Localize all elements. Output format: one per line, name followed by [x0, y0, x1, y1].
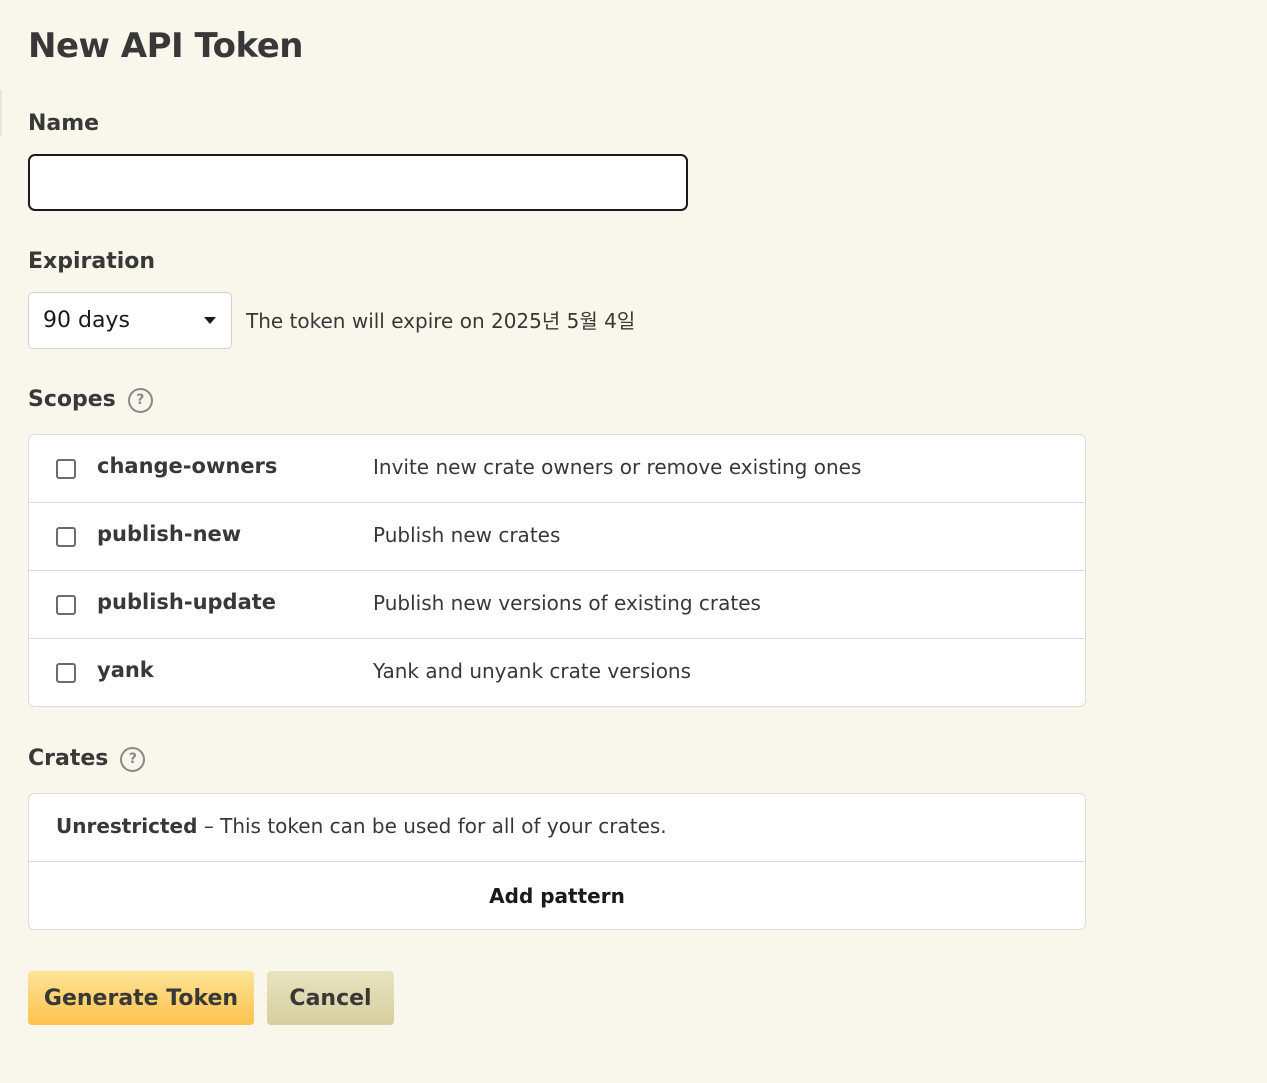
crates-restriction-title: Unrestricted	[56, 814, 198, 838]
crates-restriction-row: Unrestricted – This token can be used fo…	[29, 794, 1085, 862]
scopes-label: Scopes	[28, 387, 116, 412]
question-circle-icon[interactable]: ?	[120, 747, 146, 772]
scope-checkbox-publish-update[interactable]	[56, 595, 76, 615]
left-edge-divider	[0, 90, 2, 136]
question-circle-icon[interactable]: ?	[127, 388, 153, 413]
expiration-selected-value: 90 days	[43, 308, 130, 333]
crates-label: Crates	[28, 746, 109, 771]
scopes-heading: Scopes?	[28, 387, 153, 413]
scope-name: publish-update	[97, 590, 277, 614]
cancel-button[interactable]: Cancel	[267, 971, 394, 1025]
crates-list: Unrestricted – This token can be used fo…	[28, 793, 1086, 930]
scope-row-publish-update: publish-update Publish new versions of e…	[29, 571, 1085, 639]
page-title: New API Token	[28, 26, 303, 66]
crates-restriction: Unrestricted – This token can be used fo…	[56, 814, 667, 838]
scope-description: Invite new crate owners or remove existi…	[373, 455, 862, 479]
scope-checkbox-yank[interactable]	[56, 663, 76, 683]
scope-name: publish-new	[97, 522, 242, 546]
scope-row-publish-new: publish-new Publish new crates	[29, 503, 1085, 571]
expiration-label: Expiration	[28, 249, 156, 274]
scope-checkbox-change-owners[interactable]	[56, 459, 76, 479]
add-pattern-button[interactable]: Add pattern	[29, 862, 1085, 929]
scope-checkbox-publish-new[interactable]	[56, 527, 76, 547]
scope-row-change-owners: change-owners Invite new crate owners or…	[29, 435, 1085, 503]
scope-description: Yank and unyank crate versions	[373, 659, 692, 683]
scope-name: yank	[97, 658, 154, 682]
scope-description: Publish new crates	[373, 523, 561, 547]
scopes-list: change-owners Invite new crate owners or…	[28, 434, 1086, 707]
caret-down-icon	[204, 317, 216, 324]
scope-row-yank: yank Yank and unyank crate versions	[29, 639, 1085, 706]
expiration-note: The token will expire on 2025년 5월 4일	[246, 309, 636, 333]
scope-name: change-owners	[97, 454, 278, 478]
name-label: Name	[28, 111, 100, 136]
expiration-select[interactable]: 90 days	[28, 292, 232, 349]
crates-heading: Crates?	[28, 746, 146, 772]
crates-restriction-text: – This token can be used for all of your…	[197, 814, 667, 838]
scope-description: Publish new versions of existing crates	[373, 591, 761, 615]
generate-token-button[interactable]: Generate Token	[28, 971, 254, 1025]
name-input[interactable]	[28, 154, 688, 211]
